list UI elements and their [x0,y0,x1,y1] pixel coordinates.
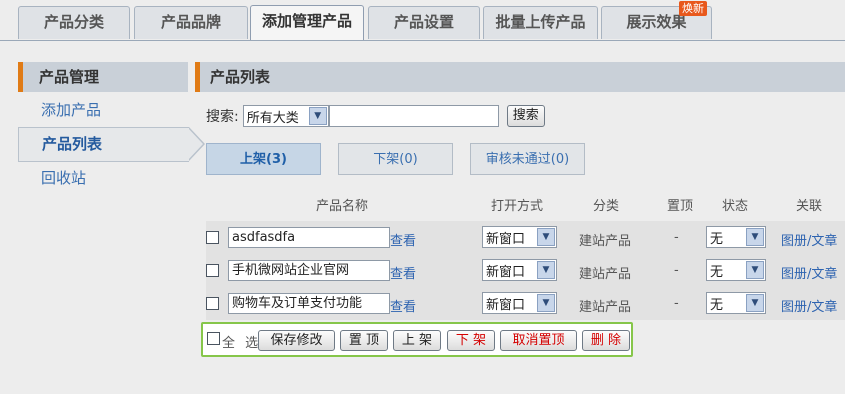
unpin-button[interactable]: 取消置顶 [500,330,577,351]
pin-cell: - [674,296,679,311]
status-tab-listed[interactable]: 上架(3) [206,143,321,175]
chevron-down-icon: ▼ [308,107,327,125]
row-checkbox[interactable] [206,231,219,244]
tab-batch-upload[interactable]: 批量上传产品 [483,6,598,39]
status-value: 无 [710,231,724,247]
top-tab-bar: 产品分类 产品品牌 添加管理产品 产品设置 批量上传产品 展示效果 焕新 [0,0,845,41]
pin-cell: - [674,263,679,278]
view-link[interactable]: 查看 [390,230,416,249]
list-off-button[interactable]: 下 架 [447,330,495,351]
chevron-down-icon: ▼ [537,261,555,279]
sidebar-title: 产品管理 [18,62,188,92]
table-row: 购物车及订单支付功能 查看 新窗口 ▼ 建站产品 - 无 ▼ 图册/文章 [206,287,845,320]
column-header-open-mode: 打开方式 [491,199,544,214]
chevron-down-icon: ▼ [746,261,764,279]
open-mode-value: 新窗口 [486,231,526,247]
pin-cell: - [674,230,679,245]
sidebar: 产品管理 添加产品 产品列表 回收站 [18,62,205,195]
sidebar-item-product-list-label: 产品列表 [42,135,103,153]
status-tab-rejected[interactable]: 审核未通过(0) [470,143,585,175]
status-value: 无 [710,297,724,313]
status-select[interactable]: 无 ▼ [706,259,766,281]
product-name-input[interactable]: 手机微网站企业官网 [228,260,390,281]
active-arrow-fill [188,128,203,160]
category-select-value: 所有大类 [246,110,299,126]
tab-product-category[interactable]: 产品分类 [18,6,130,39]
new-badge: 焕新 [679,1,707,16]
select-all-checkbox[interactable] [207,332,220,345]
open-mode-select[interactable]: 新窗口 ▼ [482,259,557,281]
related-link[interactable]: 图册/文章 [781,263,837,282]
page-title: 产品列表 [195,62,845,92]
view-link[interactable]: 查看 [390,263,416,282]
related-link[interactable]: 图册/文章 [781,296,837,315]
column-header-name: 产品名称 [316,199,369,214]
open-mode-select[interactable]: 新窗口 ▼ [482,226,557,248]
open-mode-value: 新窗口 [486,264,526,280]
category-cell: 建站产品 [579,300,632,315]
table-row: 手机微网站企业官网 查看 新窗口 ▼ 建站产品 - 无 ▼ 图册/文章 [206,254,845,287]
status-tab-unlisted[interactable]: 下架(0) [338,143,453,175]
chevron-down-icon: ▼ [746,228,764,246]
pin-button[interactable]: 置 顶 [340,330,388,351]
search-button[interactable]: 搜索 [506,105,545,127]
save-changes-button[interactable]: 保存修改 [258,330,335,351]
table-row: asdfasdfa 查看 新窗口 ▼ 建站产品 - 无 ▼ 图册/文章 [206,221,845,254]
column-header-status: 状态 [722,199,749,214]
bulk-action-bar: 全 选 保存修改 置 顶 上 架 下 架 取消置顶 删 除 [201,322,633,357]
sidebar-item-product-list[interactable]: 产品列表 [18,127,205,162]
category-select[interactable]: 所有大类 ▼ [242,105,329,127]
tab-product-settings[interactable]: 产品设置 [368,6,480,39]
column-header-category: 分类 [593,199,620,214]
search-label: 搜索: [206,109,239,125]
open-mode-value: 新窗口 [486,297,526,313]
open-mode-select[interactable]: 新窗口 ▼ [482,292,557,314]
tab-add-manage-product[interactable]: 添加管理产品 [250,5,364,40]
status-value: 无 [710,264,724,280]
search-input[interactable] [328,105,499,127]
chevron-down-icon: ▼ [537,228,555,246]
product-name-input[interactable]: 购物车及订单支付功能 [228,293,390,314]
sidebar-item-recycle-bin[interactable]: 回收站 [18,162,188,195]
category-cell: 建站产品 [579,267,632,282]
product-name-input[interactable]: asdfasdfa [228,227,390,248]
status-select[interactable]: 无 ▼ [706,226,766,248]
chevron-down-icon: ▼ [746,294,764,312]
list-on-button[interactable]: 上 架 [393,330,441,351]
status-select[interactable]: 无 ▼ [706,292,766,314]
related-link[interactable]: 图册/文章 [781,230,837,249]
category-cell: 建站产品 [579,234,632,249]
search-bar: 搜索: 所有大类 ▼ 搜索 [206,104,545,128]
chevron-down-icon: ▼ [537,294,555,312]
column-header-related: 关联 [796,199,823,214]
row-checkbox[interactable] [206,297,219,310]
column-header-pin: 置顶 [667,199,694,214]
delete-button[interactable]: 删 除 [582,330,630,351]
tab-display-effect[interactable]: 展示效果 焕新 [601,1,712,39]
tab-product-brand[interactable]: 产品品牌 [134,6,248,39]
select-all-label: 全 选 [222,336,262,351]
sidebar-item-add-product[interactable]: 添加产品 [18,94,188,127]
view-link[interactable]: 查看 [390,296,416,315]
tab-display-effect-label: 展示效果 [626,13,687,31]
row-checkbox[interactable] [206,264,219,277]
